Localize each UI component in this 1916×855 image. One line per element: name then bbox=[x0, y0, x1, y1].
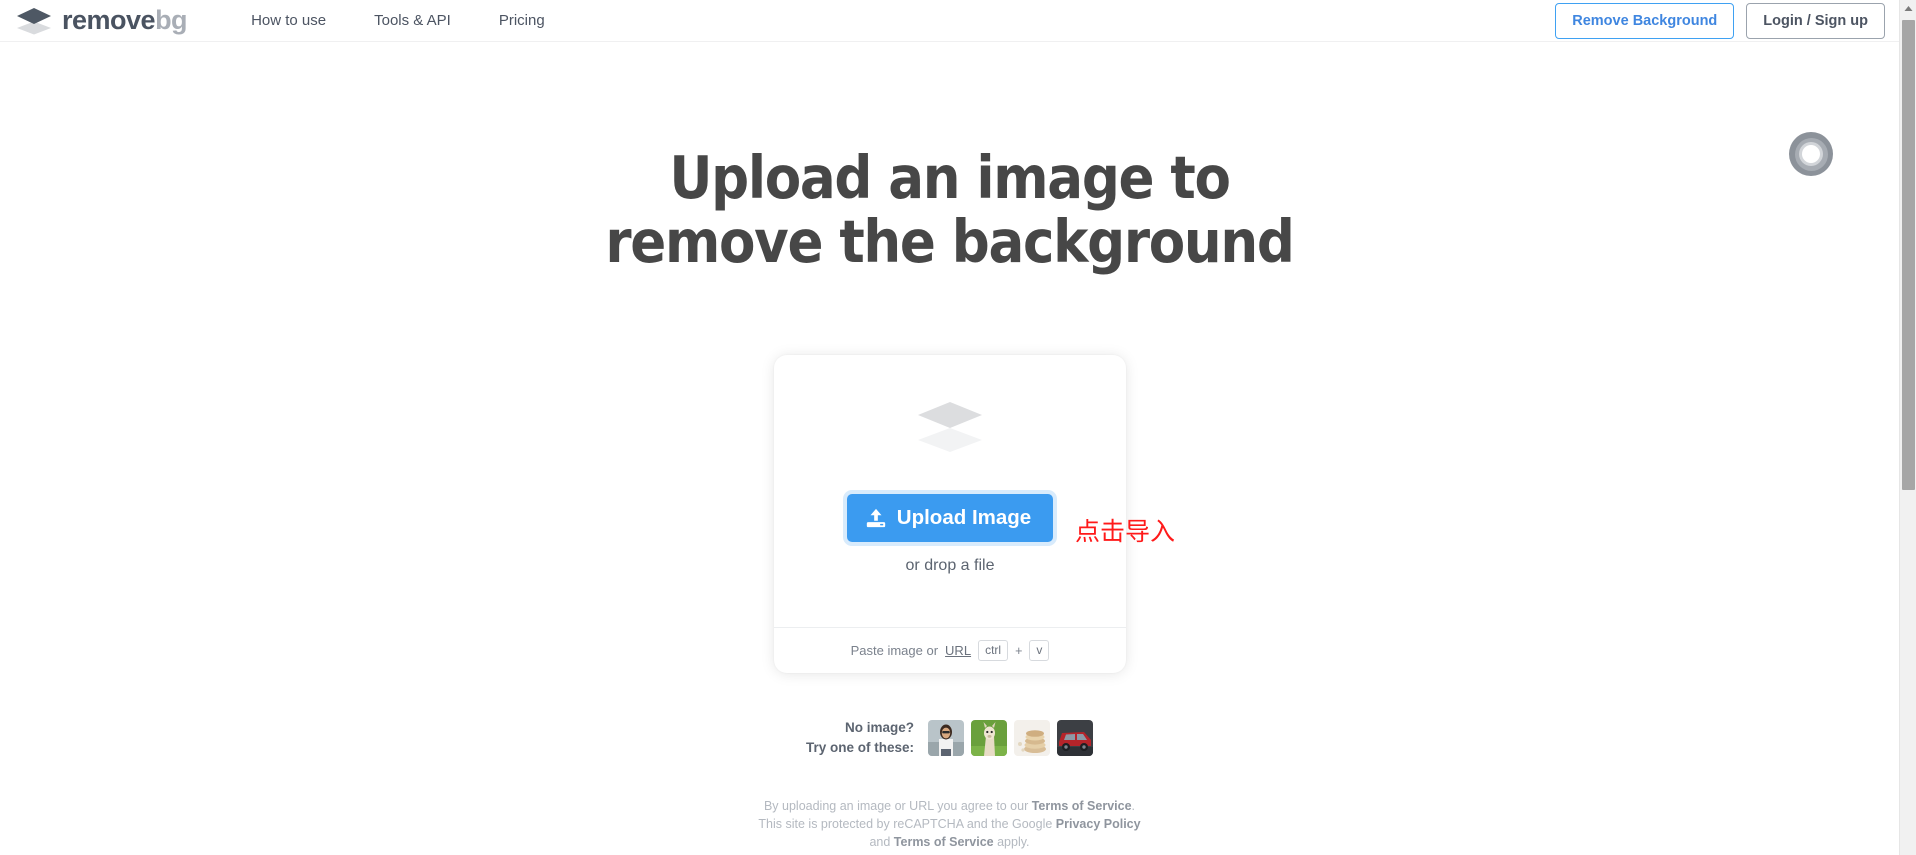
paste-bar: Paste image or URL ctrl + v bbox=[774, 627, 1126, 673]
sample-thumbnails bbox=[928, 719, 1094, 756]
legal-3c: apply. bbox=[993, 835, 1030, 850]
annotation-click-to-import: 点击导入 bbox=[1075, 517, 1176, 546]
legal-1c: . bbox=[1131, 799, 1136, 813]
legal-3a: and bbox=[869, 835, 894, 850]
stacked-layers-icon bbox=[915, 401, 985, 494]
key-plus: + bbox=[1015, 643, 1023, 658]
upload-icon bbox=[865, 507, 887, 529]
upload-dropzone[interactable]: Upload Image or drop a file bbox=[774, 355, 1126, 627]
paste-url-link[interactable]: URL bbox=[945, 643, 971, 658]
sample-red-suv[interactable] bbox=[1057, 719, 1094, 756]
sample-label-line1: No image? bbox=[845, 720, 915, 735]
header-actions: Remove Background Login / Sign up bbox=[1555, 2, 1885, 39]
logo-text: removebg bbox=[62, 5, 188, 35]
terms-of-service-link-2[interactable]: Terms of Service bbox=[894, 835, 994, 849]
legal-line-2: This site is protected by reCAPTCHA and … bbox=[0, 815, 1899, 833]
legal-line-1: By uploading an image or URL you agree t… bbox=[0, 797, 1899, 815]
upload-image-button[interactable]: Upload Image bbox=[846, 494, 1054, 542]
logo[interactable]: removebg bbox=[14, 0, 188, 41]
legal-2a: This site is protected by reCAPTCHA and … bbox=[758, 817, 1056, 832]
site-header: removebg How to use Tools & API Pricing … bbox=[0, 0, 1899, 42]
ring-layer-2 bbox=[1794, 137, 1828, 171]
upload-image-button-label: Upload Image bbox=[896, 506, 1032, 529]
logo-text-bg: bg bbox=[155, 5, 188, 35]
key-ctrl: ctrl bbox=[978, 640, 1009, 661]
stacked-layers-logo-icon bbox=[14, 7, 54, 35]
sample-images-section: No image? Try one of these: bbox=[0, 718, 1899, 757]
logo-text-remove: remove bbox=[62, 5, 156, 35]
legal-line-3: and Terms of Service apply. bbox=[0, 833, 1899, 851]
terms-of-service-link-1[interactable]: Terms of Service bbox=[1032, 799, 1132, 813]
login-signup-button[interactable]: Login / Sign up bbox=[1746, 2, 1885, 39]
ring-layer-3 bbox=[1799, 142, 1823, 166]
scrollbar-thumb[interactable] bbox=[1902, 20, 1915, 490]
page-title: Upload an image to remove the background bbox=[0, 143, 1899, 277]
page-title-line2: remove the background bbox=[605, 207, 1295, 277]
sample-woman-sunglasses[interactable] bbox=[928, 719, 965, 756]
upload-card[interactable]: Upload Image or drop a file Paste image … bbox=[774, 355, 1126, 673]
legal-1a: By uploading an image or URL you agree t… bbox=[763, 799, 1032, 813]
sample-label-line2: Try one of these: bbox=[805, 739, 915, 755]
main-nav: How to use Tools & API Pricing bbox=[251, 12, 593, 29]
nav-item-pricing[interactable]: Pricing bbox=[499, 12, 545, 29]
sample-images-label: No image? Try one of these: bbox=[806, 718, 914, 757]
ring-center bbox=[1802, 145, 1820, 163]
privacy-policy-link[interactable]: Privacy Policy bbox=[1056, 817, 1141, 831]
page-title-line1: Upload an image to bbox=[669, 143, 1231, 212]
legal-disclaimer: By uploading an image or URL you agree t… bbox=[0, 797, 1899, 851]
click-ring-indicator bbox=[1789, 132, 1833, 176]
paste-label: Paste image or bbox=[850, 643, 939, 658]
sample-llama[interactable] bbox=[971, 719, 1008, 756]
scroll-up-arrow-icon[interactable] bbox=[1900, 0, 1916, 17]
sample-pancakes[interactable] bbox=[1014, 719, 1051, 756]
key-v: v bbox=[1029, 640, 1050, 661]
vertical-scrollbar[interactable] bbox=[1899, 0, 1916, 855]
drop-file-text: or drop a file bbox=[905, 557, 995, 574]
remove-background-button[interactable]: Remove Background bbox=[1555, 2, 1735, 39]
nav-item-tools-api[interactable]: Tools & API bbox=[374, 12, 451, 29]
nav-item-how-to-use[interactable]: How to use bbox=[251, 12, 326, 29]
